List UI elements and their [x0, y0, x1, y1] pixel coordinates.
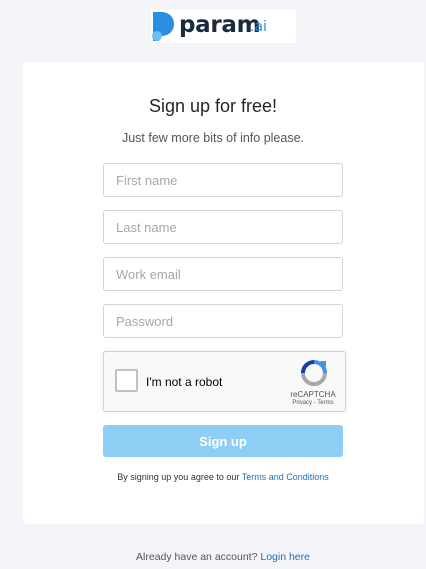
recaptcha-checkbox[interactable] — [115, 369, 138, 392]
recaptcha-privacy-link[interactable]: Privacy — [292, 400, 312, 406]
terms-notice: By signing up you agree to our Terms and… — [0, 472, 426, 482]
recaptcha-icon — [301, 360, 327, 386]
recaptcha-brand: reCAPTCHA — [290, 390, 336, 399]
login-link[interactable]: Login here — [260, 551, 310, 563]
last-name-field[interactable] — [103, 210, 343, 244]
first-name-field[interactable] — [103, 163, 343, 197]
recaptcha-widget: I'm not a robot reCAPTCHA Privacy - Term… — [103, 351, 346, 412]
terms-text: By signing up you agree to our — [117, 472, 242, 482]
brand-suffix: .ai — [250, 19, 267, 35]
brand-name: param — [179, 12, 261, 38]
param-logo-icon — [152, 12, 174, 41]
recaptcha-terms-link[interactable]: Terms — [317, 400, 333, 406]
recaptcha-label: I'm not a robot — [146, 375, 223, 389]
terms-link[interactable]: Terms and Conditions — [242, 472, 329, 482]
recaptcha-links: Privacy - Terms — [282, 400, 344, 406]
password-field[interactable] — [103, 304, 343, 338]
work-email-field[interactable] — [103, 257, 343, 291]
brand-logo: param .ai — [151, 10, 296, 43]
login-prompt-text: Already have an account? — [136, 551, 261, 563]
sign-up-button[interactable]: Sign up — [103, 425, 343, 457]
page-title: Sign up for free! — [148, 96, 278, 116]
page-subtitle: Just few more bits of info please. — [121, 131, 305, 145]
login-prompt: Already have an account? Login here — [0, 551, 426, 563]
